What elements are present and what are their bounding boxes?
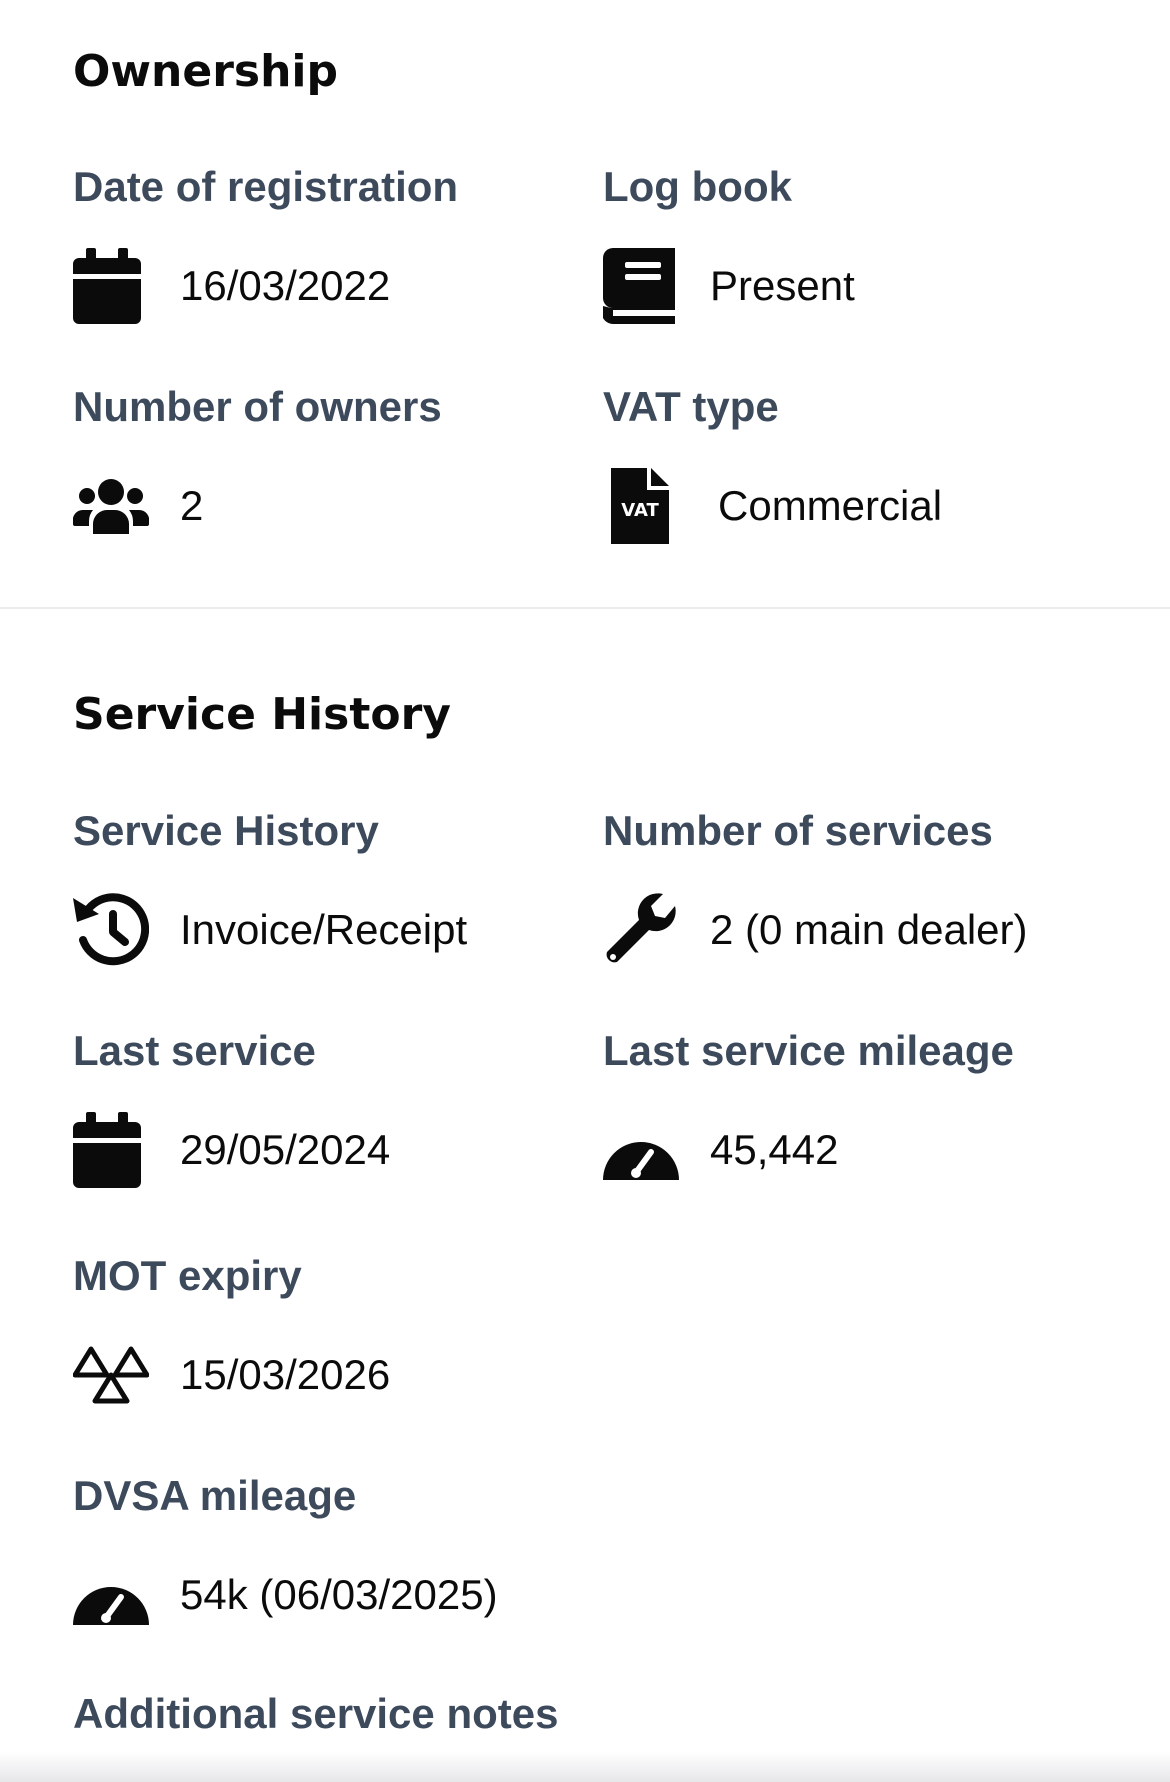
field-number-of-owners: Number of owners 2 xyxy=(73,383,543,534)
field-label: Log book xyxy=(603,163,792,210)
vat-type-value: Commercial xyxy=(718,482,943,529)
number-of-services-value: 2 (0 main dealer) xyxy=(710,906,1028,953)
field-label: Number of owners xyxy=(73,383,442,430)
field-service-history: Service History Invoice/Receipt xyxy=(73,807,543,966)
ownership-section: Ownership Date of registration 16/03/202… xyxy=(0,0,1170,607)
field-label: DVSA mileage xyxy=(73,1472,357,1519)
field-number-of-services: Number of services 2 (0 main dealer) xyxy=(603,807,1073,963)
field-additional-service-notes: Additional service notes xyxy=(73,1693,773,1735)
field-label: Date of registration xyxy=(73,163,459,210)
calendar-icon xyxy=(73,248,149,324)
section-divider xyxy=(0,607,1170,609)
last-service-mileage-value: 45,442 xyxy=(710,1126,839,1173)
field-label: Last service xyxy=(73,1027,316,1074)
book-icon xyxy=(603,248,679,324)
field-label: MOT expiry xyxy=(73,1252,302,1299)
ownership-title: Ownership xyxy=(73,46,339,97)
log-book-value: Present xyxy=(710,262,855,309)
field-mot-expiry: MOT expiry 15/03/2026 xyxy=(73,1252,543,1404)
history-icon xyxy=(73,892,149,968)
service-history-title: Service History xyxy=(73,689,451,740)
bottom-sheet-fade xyxy=(0,1752,1170,1782)
mot-triangles-icon xyxy=(73,1337,149,1413)
field-label: Service History xyxy=(73,807,379,854)
field-last-service-mileage: Last service mileage 45,442 xyxy=(603,1027,1073,1180)
gauge-icon xyxy=(603,1112,679,1188)
users-icon xyxy=(73,468,149,544)
last-service-value: 29/05/2024 xyxy=(180,1126,391,1173)
field-label: Number of services xyxy=(603,807,993,854)
dvsa-mileage-value: 54k (06/03/2025) xyxy=(180,1571,498,1618)
field-dvsa-mileage: DVSA mileage 54k (06/03/2025) xyxy=(73,1472,543,1625)
field-label: VAT type xyxy=(603,383,779,430)
service-history-value: Invoice/Receipt xyxy=(180,906,468,953)
svg-text:VAT: VAT xyxy=(621,500,659,521)
field-vat-type: VAT type VAT Commercial xyxy=(603,383,1073,544)
vat-document-icon: VAT xyxy=(603,468,687,544)
field-date-of-registration: Date of registration 16/03/2022 xyxy=(73,163,543,324)
field-log-book: Log book Present xyxy=(603,163,1073,324)
gauge-icon xyxy=(73,1557,149,1633)
field-label: Last service mileage xyxy=(603,1027,1014,1074)
calendar-icon xyxy=(73,1112,149,1188)
owners-count-value: 2 xyxy=(180,482,204,529)
mot-expiry-value: 15/03/2026 xyxy=(180,1351,391,1398)
registration-date-value: 16/03/2022 xyxy=(180,262,391,309)
wrench-icon xyxy=(603,892,679,968)
field-last-service: Last service 29/05/2024 xyxy=(73,1027,543,1188)
field-label: Additional service notes xyxy=(73,1690,559,1737)
